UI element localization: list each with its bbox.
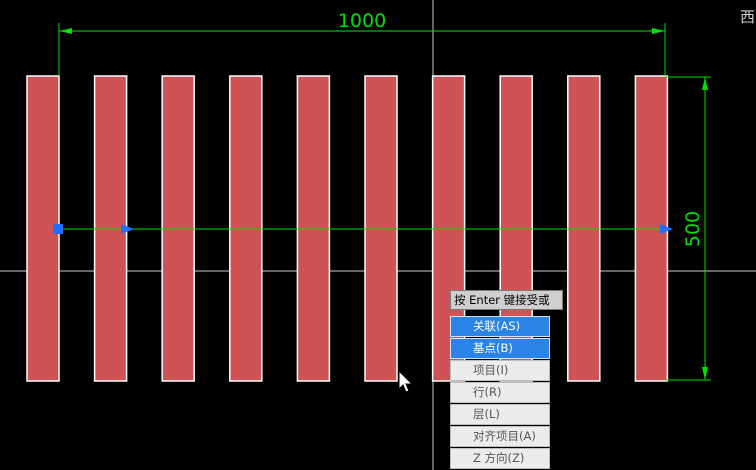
command-prompt-tooltip: 按 Enter 键接受或	[450, 290, 563, 310]
horizontal-dimension[interactable]: 1000	[58, 10, 666, 76]
horizontal-dimension-text: 1000	[338, 10, 386, 32]
drawing-canvas[interactable]: 1000 500	[0, 0, 756, 470]
dynamic-input-options-menu: 关联(AS) 基点(B) 项目(I) 行(R) 层(L) 对齐项目(A) Z 方向(Z)	[450, 316, 550, 470]
dimension-arrow-left-icon	[59, 28, 72, 34]
dimension-arrow-right-icon	[652, 28, 665, 34]
menu-option[interactable]: 层(L)	[450, 404, 550, 425]
menu-option[interactable]: 项目(I)	[450, 360, 550, 381]
vertical-dimension-text: 500	[682, 211, 704, 247]
spacing-grip-arrow-icon[interactable]	[121, 224, 134, 234]
vertical-dimension[interactable]: 500	[666, 76, 711, 381]
dimension-arrow-up-icon	[702, 77, 708, 90]
menu-option[interactable]: 对齐项目(A)	[450, 426, 550, 447]
menu-option[interactable]: 基点(B)	[450, 338, 550, 359]
corner-label: 西	[740, 8, 756, 26]
mouse-pointer-icon	[398, 370, 414, 393]
menu-option[interactable]: Z 方向(Z)	[450, 448, 550, 469]
menu-option[interactable]: 行(R)	[450, 382, 550, 403]
base-grip-icon[interactable]	[53, 224, 63, 234]
dimension-arrow-down-icon	[702, 367, 708, 380]
menu-option[interactable]: 关联(AS)	[450, 316, 550, 337]
